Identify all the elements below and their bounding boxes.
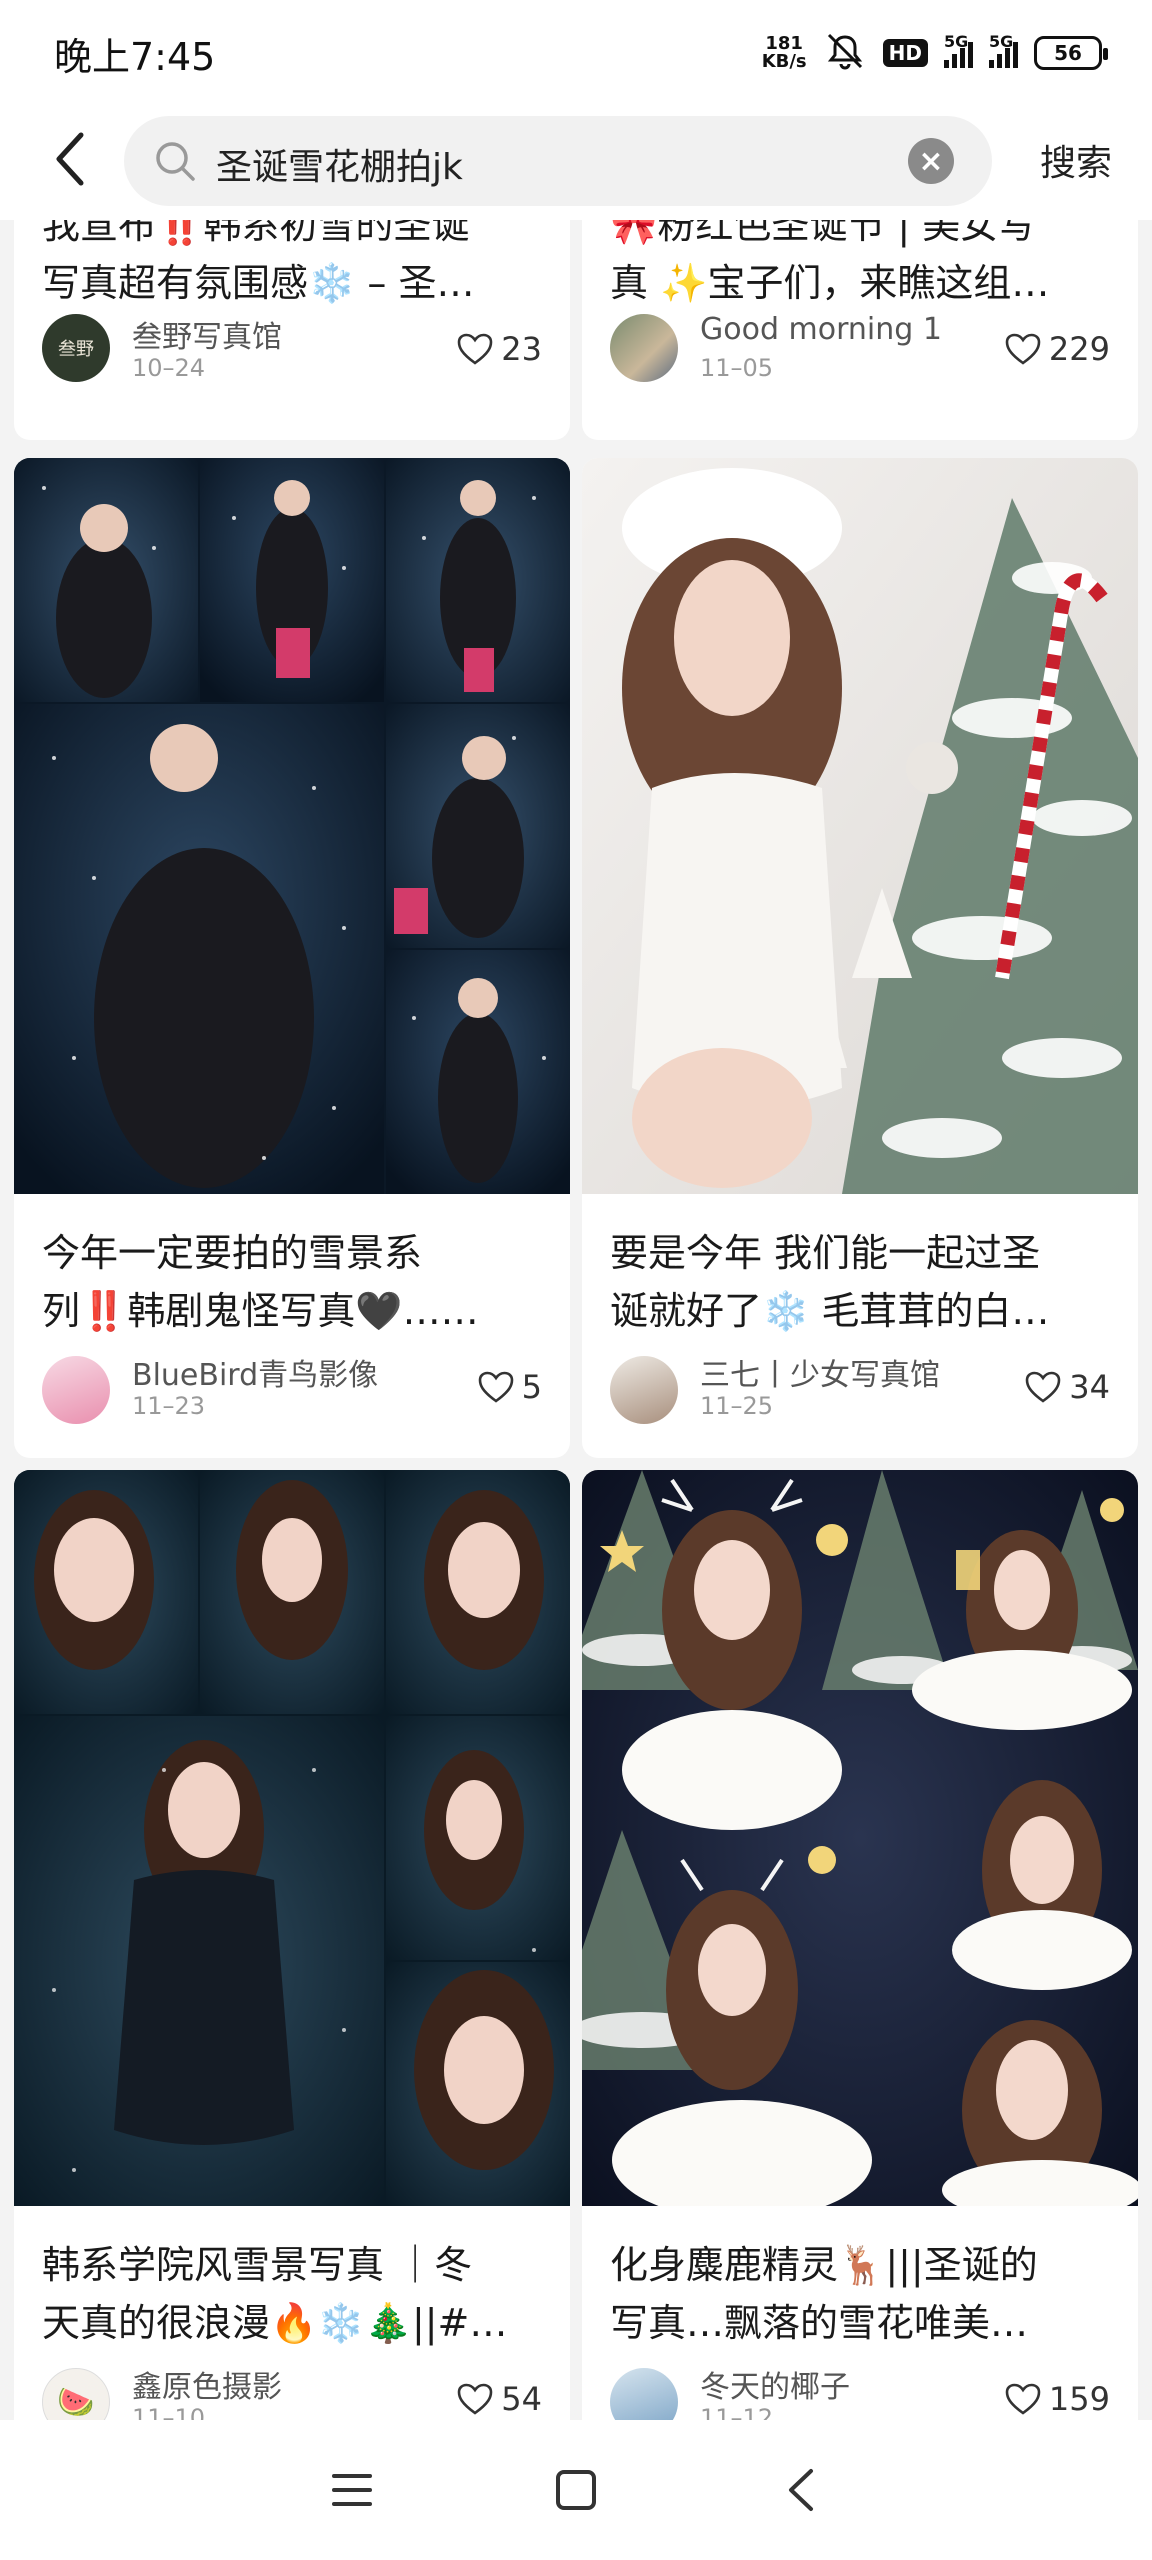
author-name[interactable]: BlueBird青鸟影像 xyxy=(132,1350,378,1394)
post-date: 11–23 xyxy=(132,1392,206,1420)
like-button[interactable]: 23 xyxy=(457,330,542,368)
post-card[interactable]: 韩系学院风雪景写真 ｜冬 天真的很浪漫🔥❄️🎄||#… 🍉 鑫原色摄影 11–1… xyxy=(14,1470,570,2420)
avatar[interactable] xyxy=(42,1356,110,1424)
search-query: 圣诞雪花棚拍jk xyxy=(216,147,463,188)
photo-collage-image xyxy=(14,1470,570,2206)
heart-icon xyxy=(1005,2383,1041,2415)
like-count: 54 xyxy=(501,2380,542,2418)
nav-back-button[interactable] xyxy=(760,2450,840,2530)
post-card[interactable]: 今年一定要拍的雪景系 列‼️韩剧鬼怪写真🖤…… BlueBird青鸟影像 11–… xyxy=(14,458,570,1458)
post-card[interactable]: 🎀粉红色圣诞节 | 美女写 真 ✨宝子们，来瞧这组… Good morning … xyxy=(582,220,1138,440)
author-name[interactable]: 叁野写真馆 xyxy=(132,312,282,356)
clear-search-button[interactable]: × xyxy=(908,138,954,184)
avatar[interactable]: 🍉 xyxy=(42,2368,110,2420)
signal-icon-1: 5G xyxy=(944,32,973,68)
menu-icon xyxy=(332,2474,372,2506)
like-count: 159 xyxy=(1048,2380,1110,2418)
post-date: 10–24 xyxy=(132,354,206,382)
battery-icon: 56 xyxy=(1034,36,1108,70)
avatar[interactable] xyxy=(610,314,678,382)
post-card[interactable]: 化身麋鹿精灵🦌|||圣诞的 写真…飘落的雪花唯美… 冬天的椰子 11–12 15… xyxy=(582,1470,1138,2420)
post-title: 我宣布‼️韩系初雪的圣诞 写真超有氛围感❄️ – 圣… xyxy=(42,220,475,305)
post-title: 今年一定要拍的雪景系 列‼️韩剧鬼怪写真🖤…… xyxy=(42,1231,479,1333)
like-button[interactable]: 34 xyxy=(1025,1368,1110,1406)
heart-icon xyxy=(457,333,493,365)
post-cover-image[interactable] xyxy=(582,458,1138,1194)
signal-icon-2: 5G xyxy=(989,32,1018,68)
like-button[interactable]: 159 xyxy=(1005,2380,1110,2418)
status-time: 晚上7:45 xyxy=(54,35,216,79)
post-card[interactable]: 要是今年 我们能一起过圣 诞就好了❄️ 毛茸茸的白… 三七丨少女写真馆 11–2… xyxy=(582,458,1138,1458)
author-name[interactable]: 三七丨少女写真馆 xyxy=(700,1350,940,1394)
search-submit-button[interactable]: 搜索 xyxy=(1040,134,1112,186)
like-button[interactable]: 54 xyxy=(457,2380,542,2418)
chevron-left-icon xyxy=(56,132,84,186)
post-card[interactable]: 我宣布‼️韩系初雪的圣诞 写真超有氛围感❄️ – 圣… 叁野 叁野写真馆 10–… xyxy=(14,220,570,440)
like-count: 34 xyxy=(1069,1368,1110,1406)
heart-icon xyxy=(457,2383,493,2415)
mute-bell-icon xyxy=(823,31,867,75)
post-cover-image[interactable] xyxy=(14,1470,570,2206)
system-nav-bar xyxy=(0,2420,1152,2560)
like-count: 5 xyxy=(521,1368,542,1406)
like-button[interactable]: 229 xyxy=(1005,330,1110,368)
search-header: 圣诞雪花棚拍jk × 搜索 xyxy=(0,100,1152,220)
post-title: 化身麋鹿精灵🦌|||圣诞的 写真…飘落的雪花唯美… xyxy=(610,2243,1038,2345)
post-date: 11–12 xyxy=(700,2404,774,2420)
like-button[interactable]: 5 xyxy=(478,1368,542,1406)
post-cover-image[interactable] xyxy=(14,458,570,1194)
result-feed: 我宣布‼️韩系初雪的圣诞 写真超有氛围感❄️ – 圣… 叁野 叁野写真馆 10–… xyxy=(0,220,1152,2420)
post-date: 11–05 xyxy=(700,354,774,382)
like-count: 23 xyxy=(501,330,542,368)
search-icon xyxy=(156,142,195,181)
post-title: 🎀粉红色圣诞节 | 美女写 真 ✨宝子们，来瞧这组… xyxy=(610,220,1050,305)
home-square-icon xyxy=(556,2470,596,2510)
home-button[interactable] xyxy=(536,2450,616,2530)
photo-collage-image xyxy=(14,458,570,1194)
post-title: 韩系学院风雪景写真 ｜冬 天真的很浪漫🔥❄️🎄||#… xyxy=(42,2243,508,2345)
like-count: 229 xyxy=(1048,330,1110,368)
heart-icon xyxy=(1005,333,1041,365)
author-name[interactable]: 鑫原色摄影 xyxy=(132,2362,282,2406)
hd-voice-badge: HD xyxy=(882,39,928,67)
christmas-tree-photo-image xyxy=(582,458,1138,1194)
avatar[interactable]: 叁野 xyxy=(42,314,110,382)
post-date: 11–10 xyxy=(132,2404,206,2420)
network-speed: 181 KB/s xyxy=(761,33,807,72)
back-triangle-icon xyxy=(789,2469,813,2511)
reindeer-elf-photo-image xyxy=(582,1470,1138,2206)
post-date: 11–25 xyxy=(700,1392,774,1420)
search-input[interactable]: 圣诞雪花棚拍jk × xyxy=(124,116,992,206)
avatar[interactable] xyxy=(610,1356,678,1424)
heart-icon xyxy=(1025,1371,1061,1403)
menu-button[interactable] xyxy=(312,2450,392,2530)
heart-icon xyxy=(478,1371,513,1403)
post-cover-image[interactable] xyxy=(582,1470,1138,2206)
status-bar: 晚上7:45 181 KB/s HD 5G 5G 56 xyxy=(0,0,1152,100)
status-icons: 181 KB/s HD 5G 5G 56 xyxy=(761,28,1108,78)
avatar[interactable] xyxy=(610,2368,678,2420)
author-name[interactable]: 冬天的椰子 xyxy=(700,2362,850,2406)
back-button[interactable] xyxy=(40,126,100,192)
author-name[interactable]: Good morning 1 xyxy=(700,312,942,347)
post-title: 要是今年 我们能一起过圣 诞就好了❄️ 毛茸茸的白… xyxy=(610,1231,1050,1333)
close-icon: × xyxy=(918,143,944,179)
